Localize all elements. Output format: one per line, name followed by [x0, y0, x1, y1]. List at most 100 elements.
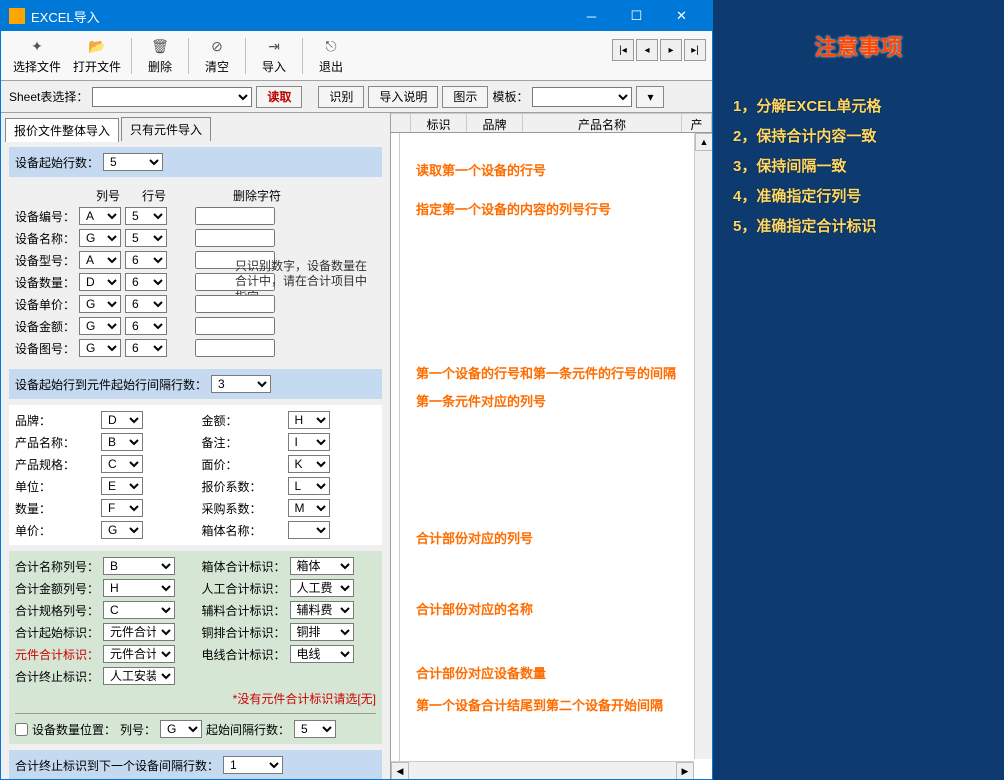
dev-col-select[interactable]: D: [79, 273, 121, 291]
dev-del-input[interactable]: [195, 295, 275, 313]
scrollbar-vertical[interactable]: ▲: [694, 133, 712, 759]
sum-label: 元件合计标识：: [15, 646, 99, 663]
nav-last-button[interactable]: ▸|: [684, 39, 706, 61]
part-select[interactable]: B: [101, 433, 143, 451]
sum-select[interactable]: H: [103, 579, 175, 597]
dev-del-input[interactable]: [195, 317, 275, 335]
annotation: 读取第一个设备的行号: [416, 160, 546, 179]
read-button[interactable]: 读取: [256, 86, 302, 108]
sum-select[interactable]: 人工安装费: [103, 667, 175, 685]
dev-del-input[interactable]: [195, 339, 275, 357]
sum-mark-select[interactable]: 箱体: [290, 557, 354, 575]
gap-select[interactable]: 3: [211, 375, 271, 393]
qty-checkbox[interactable]: [15, 723, 28, 736]
part-select[interactable]: [288, 521, 330, 539]
part-select[interactable]: D: [101, 411, 143, 429]
recognize-button[interactable]: 识别: [318, 86, 364, 108]
dev-del-input[interactable]: [195, 207, 275, 225]
part-select[interactable]: H: [288, 411, 330, 429]
dev-start-label: 设备起始行数：: [15, 154, 99, 171]
sum-label: 合计起始标识：: [15, 624, 99, 641]
part-select[interactable]: F: [101, 499, 143, 517]
import-note-button[interactable]: 导入说明: [368, 86, 438, 108]
preview-panel: 标识 品牌 产品名称 产 读取第一个设备的行号指定第一个设备的内容的列号行号第一…: [391, 113, 712, 779]
window-title: EXCEL导入: [31, 7, 569, 26]
tab-parts-only[interactable]: 只有元件导入: [121, 117, 211, 141]
nav-next-button[interactable]: ▸: [660, 39, 682, 61]
part-label: 面价：: [202, 456, 284, 473]
part-label: 产品规格：: [15, 456, 97, 473]
sum-mark-select[interactable]: 辅料费: [290, 601, 354, 619]
tabs: 报价文件整体导入 只有元件导入: [1, 113, 390, 141]
legend-button[interactable]: 图示: [442, 86, 488, 108]
dev-row-select[interactable]: 6: [125, 295, 167, 313]
grid-col-blank: [391, 113, 411, 132]
minimize-button[interactable]: ─: [569, 1, 614, 31]
dev-col-select[interactable]: A: [79, 251, 121, 269]
import-icon: ⇥: [264, 36, 284, 56]
template-select[interactable]: [532, 87, 632, 107]
clear-button[interactable]: ⊘清空: [193, 34, 241, 77]
nav-prev-button[interactable]: ◂: [636, 39, 658, 61]
tab-full-import[interactable]: 报价文件整体导入: [5, 118, 119, 142]
qty-gap-select[interactable]: 5: [294, 720, 336, 738]
sum-label: 合计金额列号：: [15, 580, 99, 597]
dev-start-select[interactable]: 5: [103, 153, 163, 171]
sheet-select[interactable]: [92, 87, 252, 107]
scroll-right-button[interactable]: ▶: [676, 762, 694, 779]
sum-mark-select[interactable]: 人工费: [290, 579, 354, 597]
sum-select[interactable]: 元件合计: [103, 623, 175, 641]
dev-row-select[interactable]: 6: [125, 273, 167, 291]
tail-label: 合计终止标识到下一个设备间隔行数：: [15, 757, 219, 774]
part-label: 数量：: [15, 500, 97, 517]
sum-mark-select[interactable]: 电线: [290, 645, 354, 663]
sum-select[interactable]: 元件合计: [103, 645, 175, 663]
grid-body: 读取第一个设备的行号指定第一个设备的内容的列号行号第一个设备的行号和第一条元件的…: [391, 133, 712, 779]
note-item: 4，准确指定行列号: [733, 182, 984, 212]
nav-first-button[interactable]: |◂: [612, 39, 634, 61]
dev-row-select[interactable]: 5: [125, 229, 167, 247]
dev-row-select[interactable]: 6: [125, 317, 167, 335]
open-file-button[interactable]: 📂打开文件: [67, 34, 127, 77]
select-file-button[interactable]: ✦选择文件: [7, 34, 67, 77]
annotation: 第一个设备合计结尾到第二个设备开始间隔: [416, 695, 663, 714]
dev-col-select[interactable]: G: [79, 229, 121, 247]
tail-select[interactable]: 1: [223, 756, 283, 774]
part-select[interactable]: I: [288, 433, 330, 451]
sum-select[interactable]: B: [103, 557, 175, 575]
gap-label: 设备起始行到元件起始行间隔行数：: [15, 376, 207, 393]
note-item: 2，保持合计内容一致: [733, 122, 984, 152]
scroll-left-button[interactable]: ◀: [391, 762, 409, 779]
sum-mark-select[interactable]: 铜排: [290, 623, 354, 641]
exit-button[interactable]: ⎋退出: [307, 34, 355, 77]
dev-del-input[interactable]: [195, 229, 275, 247]
scrollbar-horizontal[interactable]: ◀▶: [391, 761, 694, 779]
dev-row-select[interactable]: 6: [125, 339, 167, 357]
part-select[interactable]: M: [288, 499, 330, 517]
part-select[interactable]: L: [288, 477, 330, 495]
part-label: 箱体名称：: [202, 522, 284, 539]
part-select[interactable]: K: [288, 455, 330, 473]
dev-col-select[interactable]: G: [79, 317, 121, 335]
import-button[interactable]: ⇥导入: [250, 34, 298, 77]
close-button[interactable]: ✕: [659, 1, 704, 31]
part-select[interactable]: G: [101, 521, 143, 539]
qty-col-select[interactable]: G: [160, 720, 202, 738]
dev-col-select[interactable]: A: [79, 207, 121, 225]
template-menu-button[interactable]: ▾: [636, 86, 664, 108]
annotation: 第一条元件对应的列号: [416, 391, 546, 410]
part-select[interactable]: C: [101, 455, 143, 473]
delete-button[interactable]: 🗑删除: [136, 34, 184, 77]
dev-row-select[interactable]: 6: [125, 251, 167, 269]
dev-row-select[interactable]: 5: [125, 207, 167, 225]
dev-col-select[interactable]: G: [79, 339, 121, 357]
qty-col-label: 列号：: [120, 721, 156, 738]
sum-select[interactable]: C: [103, 601, 175, 619]
part-label: 产品名称：: [15, 434, 97, 451]
annotation: 合计部份对应的名称: [416, 599, 533, 618]
scroll-up-button[interactable]: ▲: [695, 133, 712, 151]
part-select[interactable]: E: [101, 477, 143, 495]
dev-field-label: 设备单价：: [15, 296, 75, 313]
maximize-button[interactable]: ☐: [614, 1, 659, 31]
dev-col-select[interactable]: G: [79, 295, 121, 313]
